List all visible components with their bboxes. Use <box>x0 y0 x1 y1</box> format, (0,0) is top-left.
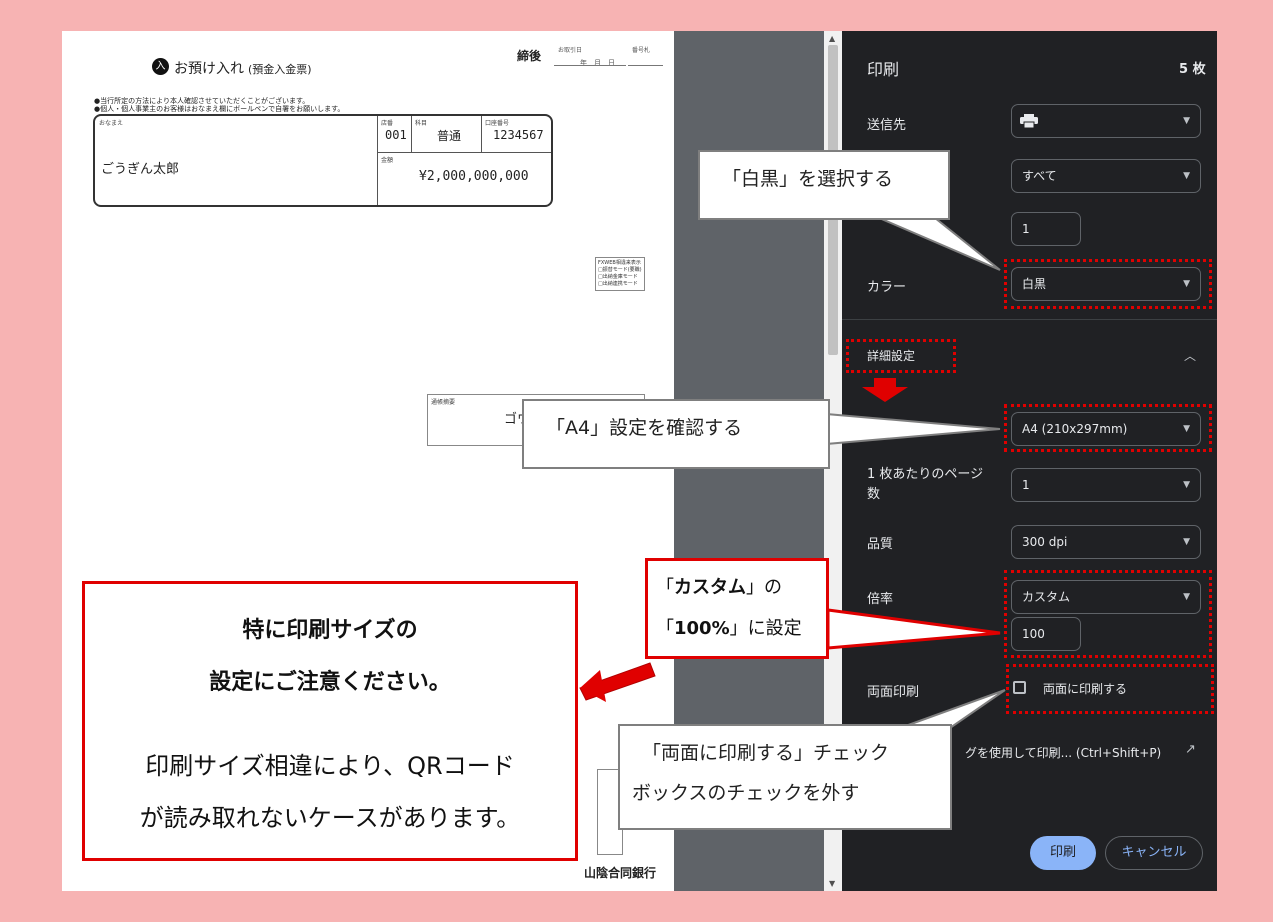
pages-per-sheet-label: 1 枚あたりのページ数 <box>867 467 984 502</box>
callout-duplex: 「両面に印刷する」チェック ボックスのチェックを外す <box>618 724 952 830</box>
deposit-icon: 入 <box>152 58 169 75</box>
chevron-down-icon: ▼ <box>1183 116 1190 126</box>
highlight-paper-size <box>1004 404 1212 452</box>
callout-custom-scale: 「カスタム」の 「100%」に設定 <box>645 558 829 659</box>
date-line <box>554 65 626 66</box>
quality-select[interactable]: 300 dpi ▼ <box>1011 525 1201 559</box>
amount-label: 金額 <box>381 157 394 164</box>
bank-name: 山陰合同銀行 <box>584 866 657 880</box>
type-label: 科目 <box>415 120 428 127</box>
branch-label: 店番 <box>381 120 394 127</box>
highlight-duplex <box>1006 664 1214 714</box>
mode-box: FXWEB相違来表示 □振替モード(要職) □出納金庫モード □出納連携モード <box>595 257 645 291</box>
divider <box>378 152 551 153</box>
callout-monochrome: 「白黒」を選択する <box>698 150 950 220</box>
quality-label: 品質 <box>867 537 894 552</box>
date-units: 年 月 日 <box>580 59 615 67</box>
chevron-down-icon: ▼ <box>1183 171 1190 181</box>
divider <box>481 116 482 152</box>
amount-value: ¥2,000,000,000 <box>419 169 529 184</box>
type-value: 普通 <box>437 129 462 143</box>
divider <box>842 319 1217 320</box>
copies-input[interactable]: 1 <box>1011 212 1081 246</box>
slip-note-2: ●個人・個人事業主のお客様はおなまえ欄にボールペンで自署をお願いします。 <box>94 105 345 113</box>
slip-subtitle: (預金入金票) <box>248 63 312 76</box>
number-label: 番号札 <box>632 47 651 54</box>
number-line <box>628 65 663 66</box>
destination-select[interactable]: ▼ <box>1011 104 1201 138</box>
callout-a4: 「A4」設定を確認する <box>522 399 830 469</box>
account-label: 口座番号 <box>485 120 510 127</box>
duplex-label: 両面印刷 <box>867 685 920 700</box>
account-value: 1234567 <box>493 128 544 142</box>
arrow-down-icon <box>862 378 908 402</box>
name-label: おなまえ <box>99 120 124 127</box>
shimego-label: 締後 <box>517 49 542 63</box>
scale-label: 倍率 <box>867 592 894 607</box>
cancel-button[interactable]: キャンセル <box>1105 836 1203 870</box>
highlight-color <box>1004 259 1212 309</box>
chevron-down-icon: ▼ <box>1183 537 1190 547</box>
pages-per-sheet-select[interactable]: 1 ▼ <box>1011 468 1201 502</box>
open-external-icon[interactable]: ↗ <box>1185 742 1196 757</box>
divider <box>377 116 378 205</box>
system-dialog-link[interactable]: グを使用して印刷... (Ctrl+Shift+P) <box>965 744 1161 761</box>
panel-title: 印刷 <box>867 60 900 79</box>
sheet-count: 5 枚 <box>1179 62 1206 77</box>
divider <box>411 116 412 152</box>
branch-value: 001 <box>385 128 407 142</box>
color-label: カラー <box>867 280 907 295</box>
scroll-down-icon[interactable]: ▼ <box>829 879 835 888</box>
mode-item: □振替モード(要職) <box>598 267 642 273</box>
date-label: お取引日 <box>558 47 583 54</box>
highlight-advanced <box>846 339 956 373</box>
scroll-up-icon[interactable]: ▲ <box>829 34 835 43</box>
pages-select[interactable]: すべて ▼ <box>1011 159 1201 193</box>
paper-size-label: 用紙サイズ <box>867 424 932 439</box>
name-value: ごうぎん太郎 <box>101 162 180 177</box>
mode-item: □出納連携モード <box>598 281 638 287</box>
destination-label: 送信先 <box>867 118 907 133</box>
slip-form-box: おなまえ ごうぎん太郎 店番 001 科目 普通 口座番号 1234567 金額… <box>93 114 553 207</box>
chevron-up-icon[interactable]: ︿ <box>1184 347 1196 364</box>
highlight-scale <box>1004 570 1212 658</box>
chevron-down-icon: ▼ <box>1183 480 1190 490</box>
warning-box: 特に印刷サイズの 設定にご注意ください。 印刷サイズ相違により、QRコード が読… <box>82 581 578 861</box>
stamp-label: 通帳摘要 <box>431 399 456 406</box>
print-button[interactable]: 印刷 <box>1030 836 1096 870</box>
mode-title: FXWEB相違来表示 <box>598 260 641 266</box>
mode-item: □出納金庫モード <box>598 274 638 280</box>
printer-icon <box>1020 114 1038 128</box>
slip-title: お預け入れ <box>174 61 244 77</box>
